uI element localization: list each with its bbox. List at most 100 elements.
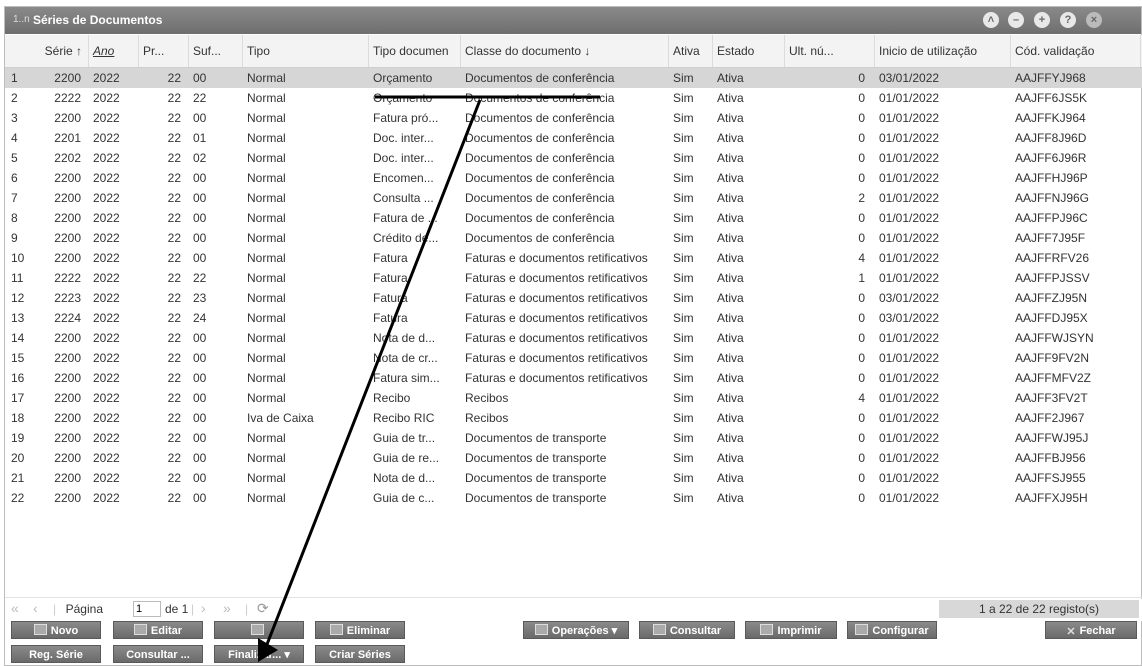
table-row[interactable]: 5 2202 2022 22 02 Normal Doc. inter... Document… (5, 148, 1142, 168)
delete-icon (329, 624, 343, 635)
pager-divider: | (191, 602, 195, 616)
minus-icon[interactable]: – (1008, 12, 1024, 28)
column-header-serie[interactable]: Série ↑ (25, 35, 89, 67)
row-number: 21 (11, 471, 25, 485)
table-row[interactable]: 15 2200 2022 22 00 Normal Nota de cr... Faturas… (5, 348, 1142, 368)
cell-classe-documento: Documentos de conferência (465, 71, 615, 85)
cell-estado: Ativa (717, 171, 744, 185)
criar-series-button[interactable]: Criar Séries (315, 645, 405, 663)
table-row[interactable]: 3 2200 2022 22 00 Normal Fatura pró... Document… (5, 108, 1142, 128)
last-page-icon[interactable]: » (223, 600, 231, 616)
cell-classe-documento: Documentos de conferência (465, 151, 615, 165)
cell-estado: Ativa (717, 471, 744, 485)
pager-divider: | (245, 602, 249, 616)
table-row[interactable]: 18 2200 2022 22 00 Iva de Caixa Recibo RIC Reci… (5, 408, 1142, 428)
plus-icon[interactable]: + (1034, 12, 1050, 28)
cell-prefixo: 22 (167, 151, 181, 165)
row-number: 3 (11, 111, 18, 125)
editar-button[interactable]: Editar (113, 621, 203, 639)
table-row[interactable]: 13 2224 2022 22 24 Normal Fatura Faturas e docu… (5, 308, 1142, 328)
hidden-label-button[interactable] (214, 621, 304, 639)
table-row[interactable]: 17 2200 2022 22 00 Normal Recibo Recibos Sim Ativ… (5, 388, 1142, 408)
table-row[interactable]: 16 2200 2022 22 00 Normal Fatura sim... Faturas… (5, 368, 1142, 388)
cell-tipo-documento: Nota de cr... (373, 351, 438, 365)
column-header-inicio-utilizacao[interactable]: Inicio de utilização (875, 35, 1011, 67)
column-header-estado[interactable]: Estado (713, 35, 785, 67)
help-icon[interactable]: ? (1060, 12, 1076, 28)
close-icon[interactable]: × (1086, 12, 1102, 28)
cell-cod-validacao: AAJFFDJ95X (1015, 311, 1088, 325)
column-header-ativa[interactable]: Ativa (669, 35, 713, 67)
column-header-sufixo[interactable]: Suf... (189, 35, 243, 67)
column-header-tipo[interactable]: Tipo (243, 35, 369, 67)
table-row[interactable]: 7 2200 2022 22 00 Normal Consulta ... Documento… (5, 188, 1142, 208)
cell-cod-validacao: AAJFFMFV2Z (1015, 371, 1092, 385)
table-row[interactable]: 8 2200 2022 22 00 Normal Fatura de ... Document… (5, 208, 1142, 228)
cell-ultimo-numero: 4 (858, 391, 865, 405)
cell-serie: 2200 (54, 411, 81, 425)
cell-estado: Ativa (717, 251, 744, 265)
table-row[interactable]: 10 2200 2022 22 00 Normal Fatura Faturas e docu… (5, 248, 1142, 268)
cell-ativa: Sim (673, 371, 694, 385)
fechar-button[interactable]: ✕ Fechar (1045, 621, 1137, 639)
cell-ultimo-numero: 0 (858, 491, 865, 505)
cell-serie: 2200 (54, 171, 81, 185)
column-header-ultimo-numero[interactable]: Ult. nú... (785, 35, 875, 67)
page-number-input[interactable] (133, 601, 161, 617)
cell-prefixo: 22 (167, 311, 181, 325)
consultar-more-button[interactable]: Consultar ... (113, 645, 203, 663)
cell-tipo-documento: Fatura (373, 251, 408, 265)
previous-page-icon[interactable]: ‹ (33, 600, 38, 616)
cell-ano: 2022 (93, 451, 120, 465)
cell-prefixo: 22 (167, 391, 181, 405)
cell-serie: 2200 (54, 371, 81, 385)
table-row[interactable]: 4 2201 2022 22 01 Normal Doc. inter... Document… (5, 128, 1142, 148)
cell-ano: 2022 (93, 131, 120, 145)
table-row[interactable]: 2 2222 2022 22 22 Normal Orçamento Documentos d… (5, 88, 1142, 108)
cell-classe-documento: Documentos de transporte (465, 431, 607, 445)
table-row[interactable]: 12 2223 2022 22 23 Normal Fatura Faturas e docu… (5, 288, 1142, 308)
column-header-prefixo[interactable]: Pr... (139, 35, 189, 67)
column-header-cod-validacao[interactable]: Cód. validação (1011, 35, 1141, 67)
consultar-button[interactable]: Consultar (639, 621, 735, 639)
collapse-icon[interactable]: ˄ (983, 12, 999, 28)
table-row[interactable]: 11 2222 2022 22 22 Normal Fatura Faturas e docu… (5, 268, 1142, 288)
cell-tipo-documento: Guia de c... (373, 491, 435, 505)
page-label: Página (65, 602, 103, 616)
cell-tipo-documento: Crédito de... (373, 231, 439, 245)
imprimir-button[interactable]: Imprimir (745, 621, 837, 639)
table-row[interactable]: 20 2200 2022 22 00 Normal Guia de re... Documen… (5, 448, 1142, 468)
cell-classe-documento: Documentos de conferência (465, 91, 615, 105)
reg-serie-button[interactable]: Reg. Série (11, 645, 101, 663)
table-row[interactable]: 1 2200 2022 22 00 Normal Orçamento Documentos d… (5, 68, 1142, 88)
table-row[interactable]: 14 2200 2022 22 00 Normal Nota de d... Faturas … (5, 328, 1142, 348)
pager-divider: | (53, 602, 57, 616)
record-count: 1 a 22 de 22 registo(s) (939, 600, 1139, 618)
novo-button[interactable]: Novo (11, 621, 101, 639)
first-page-icon[interactable]: « (11, 600, 19, 616)
table-row[interactable]: 22 2200 2022 22 00 Normal Guia de c... Document… (5, 488, 1142, 508)
cell-tipo-documento: Orçamento (373, 71, 433, 85)
cell-tipo: Normal (247, 151, 286, 165)
cell-cod-validacao: AAJFF9FV2N (1015, 351, 1090, 365)
column-header-ano[interactable]: Ano (89, 35, 139, 67)
cell-ultimo-numero: 0 (858, 291, 865, 305)
operacoes-button[interactable]: Operações ▾ (523, 621, 629, 639)
cell-estado: Ativa (717, 431, 744, 445)
cell-ultimo-numero: 0 (858, 451, 865, 465)
cell-classe-documento: Documentos de transporte (465, 471, 607, 485)
table-row[interactable]: 19 2200 2022 22 00 Normal Guia de tr... Documen… (5, 428, 1142, 448)
table-row[interactable]: 9 2200 2022 22 00 Normal Crédito de... Document… (5, 228, 1142, 248)
column-header-tipo-documento[interactable]: Tipo documen (369, 35, 461, 67)
eliminar-button[interactable]: Eliminar (315, 621, 405, 639)
search-document-icon (652, 624, 666, 635)
cell-ano: 2022 (93, 211, 120, 225)
row-number: 13 (11, 311, 25, 325)
finalizar-dropdown-button[interactable]: Finalizar... ▾ (214, 645, 304, 663)
table-row[interactable]: 21 2200 2022 22 00 Normal Nota de d... Document… (5, 468, 1142, 488)
next-page-icon[interactable]: › (201, 600, 206, 616)
configurar-button[interactable]: Configurar (847, 621, 937, 639)
column-header-classe-documento[interactable]: Classe do documento ↓ (461, 35, 669, 67)
table-row[interactable]: 6 2200 2022 22 00 Normal Encomen... Documentos … (5, 168, 1142, 188)
refresh-icon[interactable]: ⟳ (257, 600, 269, 617)
